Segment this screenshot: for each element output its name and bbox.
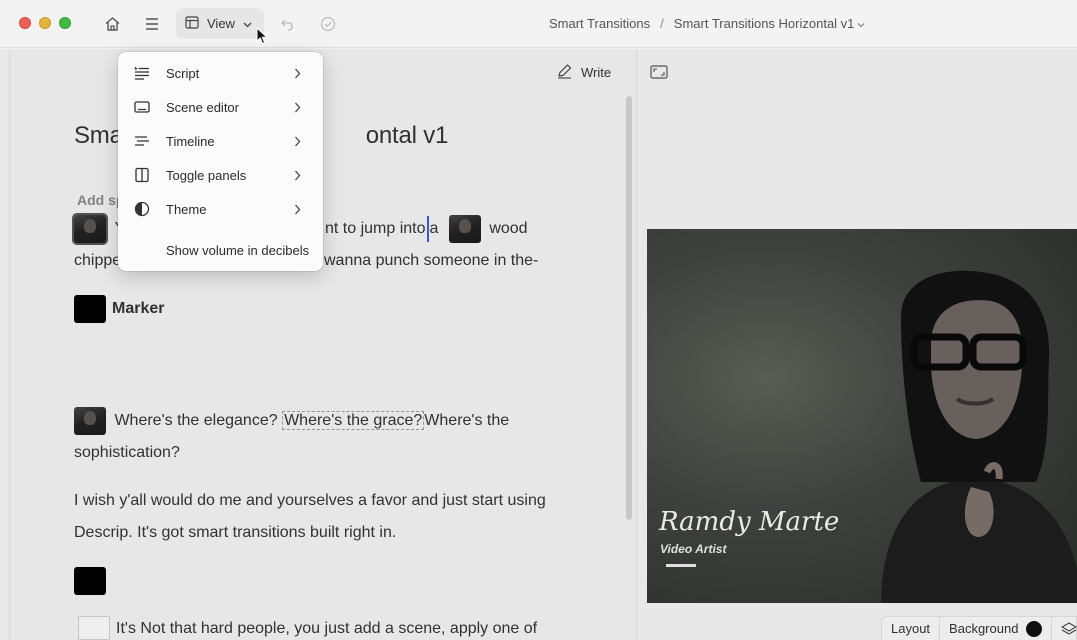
timeline-icon xyxy=(134,133,150,149)
script-paragraph-1-continued[interactable]: nt to jump into a wood xyxy=(325,215,528,243)
script-line[interactable]: Descrip. It's got smart transitions buil… xyxy=(74,524,396,542)
script-icon xyxy=(134,65,150,81)
breadcrumb-parent[interactable]: Smart Transitions xyxy=(549,16,650,31)
title-bar: View Smart Transitions / Smart Transitio… xyxy=(0,0,1077,48)
preview-bottom-toolbar: Layout Background xyxy=(881,616,1077,640)
mouse-pointer-icon xyxy=(256,26,269,50)
hamburger-menu-icon[interactable] xyxy=(142,14,162,34)
menu-item-toggle-panels[interactable]: Toggle panels xyxy=(118,158,323,192)
background-label: Background xyxy=(949,621,1019,636)
menu-item-label: Timeline xyxy=(166,133,215,149)
script-paragraph-2[interactable]: Where's the elegance? Where's the grace?… xyxy=(74,407,509,435)
script-line[interactable]: sophistication? xyxy=(74,444,180,462)
text-cursor xyxy=(426,216,429,242)
menu-item-timeline[interactable]: Timeline xyxy=(118,124,323,158)
pen-icon xyxy=(556,63,573,82)
lower-third-name: Ramdy Marte xyxy=(659,507,840,537)
checkmark-circle-icon[interactable] xyxy=(318,14,338,34)
script-line[interactable]: I wish y'all would do me and yourselves … xyxy=(74,492,546,510)
scene-thumbnail[interactable] xyxy=(74,407,106,435)
background-button[interactable]: Background xyxy=(940,616,1053,640)
write-label: Write xyxy=(581,65,612,80)
breadcrumb-separator: / xyxy=(660,16,664,31)
chevron-down-icon[interactable] xyxy=(857,16,865,31)
video-preview[interactable]: Ramdy Marte Video Artist xyxy=(647,229,1077,603)
scene-thumbnail[interactable] xyxy=(78,616,110,640)
chevron-down-icon xyxy=(243,16,252,31)
chevron-right-icon xyxy=(294,203,301,218)
script-text: Where's the xyxy=(424,412,510,429)
layout-icon xyxy=(185,15,199,32)
undo-icon[interactable] xyxy=(278,14,298,34)
person-figure xyxy=(881,270,1077,603)
layers-icon[interactable] xyxy=(1052,617,1077,640)
background-color-swatch[interactable] xyxy=(1026,620,1043,637)
document-title-start: Sma xyxy=(74,122,123,149)
home-icon[interactable] xyxy=(102,14,122,34)
menu-item-scene-editor[interactable]: Scene editor xyxy=(118,90,323,124)
menu-item-label: Theme xyxy=(166,201,207,217)
write-button[interactable]: Write xyxy=(556,63,611,82)
view-dropdown-menu: Script Scene editor Timeline Toggle pane… xyxy=(118,52,323,271)
scene-editor-icon xyxy=(134,99,150,115)
lower-third-role: Video Artist xyxy=(660,542,727,556)
lower-third-accent-bar xyxy=(666,564,696,567)
script-line[interactable]: chippe xyxy=(74,252,121,270)
marker-scene-thumbnail[interactable] xyxy=(74,295,106,323)
script-text: nt to jump into xyxy=(325,220,426,237)
menu-item-label: Show volume in decibels xyxy=(166,242,310,258)
toggle-panels-icon xyxy=(134,167,150,183)
chevron-right-icon xyxy=(294,169,301,184)
scene-thumbnail[interactable] xyxy=(74,567,106,595)
menu-item-theme[interactable]: Theme xyxy=(118,192,323,226)
theme-icon xyxy=(134,201,150,217)
breadcrumb-current[interactable]: Smart Transitions Horizontal v1 xyxy=(674,16,855,31)
menu-item-show-volume-in-decibels[interactable]: Show volume in decibels xyxy=(118,233,323,267)
view-menu-button[interactable]: View xyxy=(176,8,264,39)
layout-label: Layout xyxy=(891,621,931,636)
script-line[interactable]: It's Not that hard people, you just add … xyxy=(116,620,537,638)
script-text: wood xyxy=(489,220,528,237)
menu-item-label: Scene editor xyxy=(166,99,239,115)
marker-label[interactable]: Marker xyxy=(112,300,164,318)
highlighted-script-text[interactable]: Where's the grace? xyxy=(282,411,425,430)
view-menu-label: View xyxy=(207,16,235,31)
chevron-right-icon xyxy=(294,67,301,82)
scene-thumbnail[interactable] xyxy=(448,215,481,243)
layout-button[interactable]: Layout xyxy=(882,616,941,640)
window-minimize-button[interactable] xyxy=(39,17,51,29)
aspect-ratio-icon[interactable] xyxy=(650,65,668,84)
menu-item-script[interactable]: Script xyxy=(118,56,323,90)
chevron-right-icon xyxy=(294,135,301,150)
script-text: Where's the elegance? xyxy=(114,412,278,429)
window-close-button[interactable] xyxy=(19,17,31,29)
script-line[interactable]: wanna punch someone in the- xyxy=(324,252,538,270)
scene-thumbnail[interactable] xyxy=(72,213,108,245)
menu-item-label: Script xyxy=(166,65,200,81)
window-maximize-button[interactable] xyxy=(59,17,71,29)
script-scrollbar[interactable] xyxy=(626,96,632,520)
chevron-right-icon xyxy=(294,101,301,116)
breadcrumb: Smart Transitions / Smart Transitions Ho… xyxy=(549,16,865,31)
document-title-end: ontal v1 xyxy=(365,122,449,149)
script-text: a xyxy=(429,220,439,237)
menu-item-label: Toggle panels xyxy=(166,167,247,183)
